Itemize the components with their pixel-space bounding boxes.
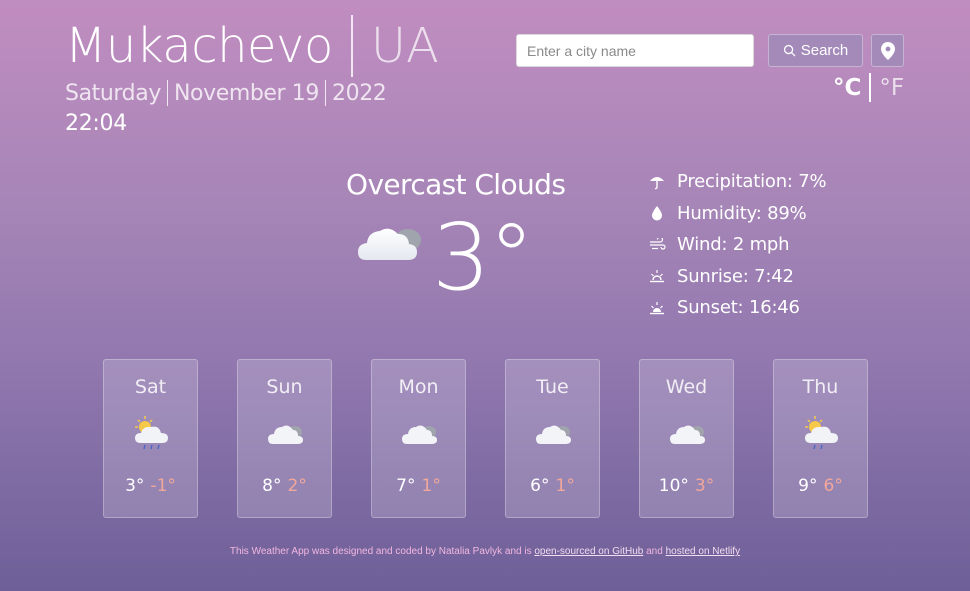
date-line: Saturday November 19 2022 (65, 80, 387, 106)
forecast-high: 10° (658, 476, 689, 496)
sun-cloud-rain-icon (104, 415, 197, 451)
sunrise-icon (646, 265, 668, 287)
forecast-card-mon: Mon 7° 1° (371, 359, 466, 518)
wind-icon (646, 234, 668, 256)
celsius-toggle[interactable]: °C (833, 75, 861, 101)
forecast-day: Tue (536, 376, 569, 398)
detail-humidity: Humidity: 89% (646, 198, 826, 230)
current-temperature: 3° (432, 204, 535, 311)
forecast-card-sat: Sat 3° -1° (103, 359, 198, 518)
cloud-icon (238, 415, 331, 451)
weekday: Saturday (65, 80, 161, 106)
forecast-temps: 10° 3° (640, 476, 733, 496)
github-link[interactable]: open-sourced on GitHub (534, 546, 643, 557)
forecast-low: 3° (694, 476, 715, 496)
forecast-low: 2° (287, 476, 307, 496)
cloud-icon (640, 415, 733, 451)
forecast-day: Sat (134, 376, 167, 398)
search-icon (783, 44, 796, 57)
droplet-icon (646, 202, 668, 224)
forecast-card-wed: Wed 10° 3° (639, 359, 734, 518)
divider (325, 80, 326, 106)
forecast-low: 6° (823, 476, 843, 496)
divider (166, 80, 168, 106)
fahrenheit-toggle[interactable]: °F (879, 75, 904, 101)
search-button[interactable]: Search (768, 34, 863, 67)
forecast-temps: 9° 6° (774, 476, 867, 496)
detail-precipitation: Precipitation: 7% (646, 166, 827, 198)
country-code: UA (370, 18, 439, 74)
search-input[interactable] (516, 34, 754, 67)
map-pin-icon (880, 41, 895, 60)
forecast-high: 6° (530, 476, 550, 496)
city-name: Mukachevo (65, 18, 333, 74)
detail-sunset: Sunset: 16:46 (646, 292, 826, 324)
month-day: November 19 (173, 80, 319, 106)
forecast-day: Sun (266, 376, 303, 398)
cloud-icon (356, 220, 424, 270)
forecast-day: Wed (665, 376, 708, 398)
location-heading: Mukachevo UA (65, 14, 439, 78)
forecast-high: 3° (125, 476, 145, 496)
divider (869, 73, 872, 102)
forecast-day: Mon (398, 376, 439, 398)
cloud-icon (372, 415, 465, 451)
footer-text: and (646, 546, 663, 557)
current-time: 22:04 (65, 111, 127, 136)
detail-text: Wind: 2 mph (677, 234, 790, 256)
forecast-temps: 8° 2° (238, 476, 331, 496)
forecast-high: 9° (798, 476, 818, 496)
divider (350, 15, 353, 77)
forecast-high: 8° (262, 476, 282, 496)
detail-text: Humidity: 89% (677, 202, 807, 224)
forecast-low: 1° (555, 476, 575, 496)
search-button-label: Search (800, 42, 849, 59)
footer-text: This Weather App was designed and coded … (229, 546, 532, 557)
footer: This Weather App was designed and coded … (0, 546, 970, 557)
year: 2022 (332, 80, 387, 106)
forecast-temps: 3° -1° (104, 476, 197, 496)
forecast-card-sun: Sun 8° 2° (237, 359, 332, 518)
weather-details: Precipitation: 7% Humidity: 89% Wind: 2 … (646, 166, 827, 324)
forecast-temps: 6° 1° (506, 476, 599, 496)
current-location-button[interactable] (871, 34, 904, 67)
forecast-high: 7° (396, 476, 416, 496)
weather-description: Overcast Clouds (346, 168, 566, 201)
forecast-day: Thu (802, 376, 839, 398)
sunset-icon (646, 297, 668, 319)
forecast-low: -1° (150, 476, 176, 496)
detail-sunrise: Sunrise: 7:42 (646, 261, 826, 293)
forecast-temps: 7° 1° (372, 476, 465, 496)
netlify-link[interactable]: hosted on Netlify (666, 546, 741, 557)
cloud-icon (506, 415, 599, 451)
umbrella-icon (646, 171, 668, 193)
forecast-low: 1° (421, 476, 441, 496)
forecast-card-thu: Thu 9° 6° (773, 359, 868, 518)
forecast-card-tue: Tue 6° 1° (505, 359, 600, 518)
detail-wind: Wind: 2 mph (646, 229, 826, 261)
detail-text: Sunrise: 7:42 (677, 265, 794, 287)
unit-toggle: °C °F (833, 73, 904, 102)
detail-text: Sunset: 16:46 (677, 297, 800, 319)
detail-text: Precipitation: 7% (677, 171, 827, 193)
sun-cloud-rain-icon (774, 415, 867, 451)
